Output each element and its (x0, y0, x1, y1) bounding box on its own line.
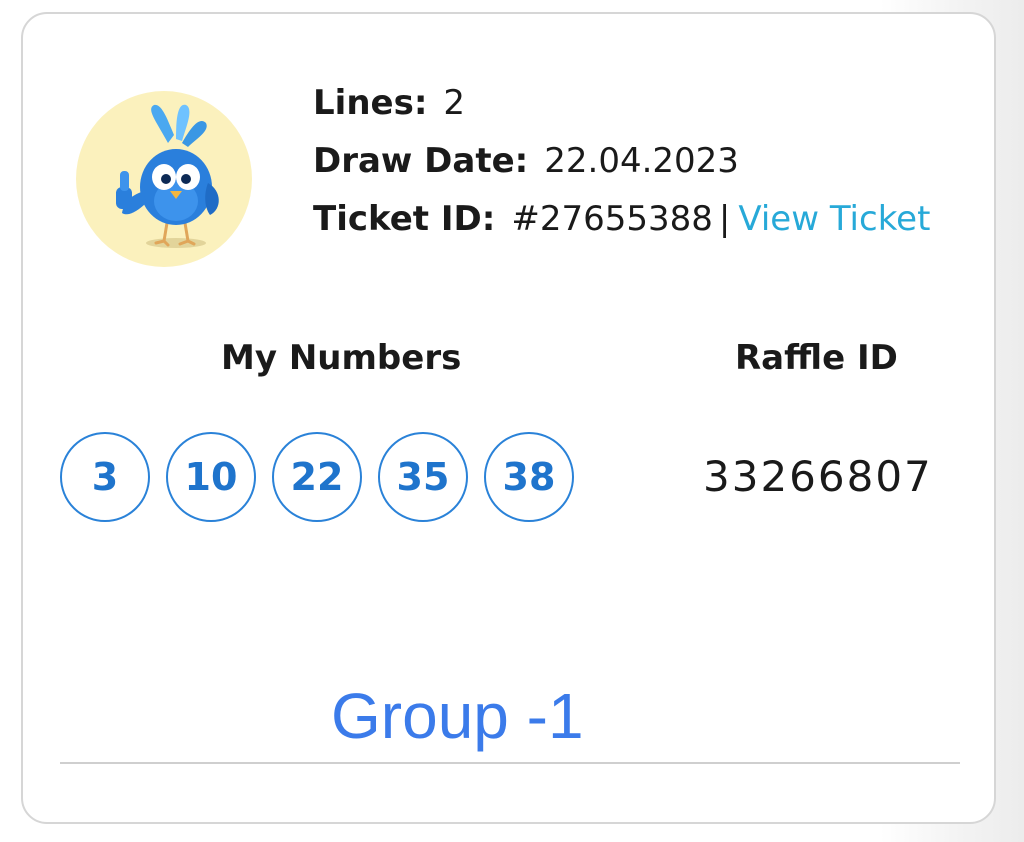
ticket-id-row: Ticket ID: #27655388 | View Ticket (313, 190, 930, 248)
number-balls: 3 10 22 35 38 (60, 432, 574, 522)
draw-date-label: Draw Date: (313, 141, 529, 181)
mascot-avatar (76, 91, 252, 267)
view-ticket-link[interactable]: View Ticket (738, 199, 930, 239)
draw-date-row: Draw Date: 22.04.2023 (313, 132, 930, 190)
raffle-id-title: Raffle ID (735, 338, 898, 378)
bird-mascot-icon (116, 104, 219, 248)
number-ball: 35 (378, 432, 468, 522)
number-ball: 38 (484, 432, 574, 522)
lines-label: Lines: (313, 83, 428, 123)
ticket-card: Lines: 2 Draw Date: 22.04.2023 Ticket ID: #… (21, 12, 996, 824)
number-ball: 22 (272, 432, 362, 522)
my-numbers-title: My Numbers (221, 338, 462, 378)
number-ball: 3 (60, 432, 150, 522)
ticket-id-value: #27655388 (511, 199, 713, 239)
separator: | (718, 199, 731, 239)
divider (60, 762, 960, 764)
number-ball: 10 (166, 432, 256, 522)
ticket-info: Lines: 2 Draw Date: 22.04.2023 Ticket ID: #… (313, 74, 930, 248)
group-label: Group -1 (331, 680, 584, 752)
lines-value: 2 (443, 83, 466, 123)
draw-date-value: 22.04.2023 (544, 141, 739, 181)
raffle-id-value: 33266807 (703, 452, 933, 501)
ticket-id-label: Ticket ID: (313, 199, 496, 239)
lines-row: Lines: 2 (313, 74, 930, 132)
